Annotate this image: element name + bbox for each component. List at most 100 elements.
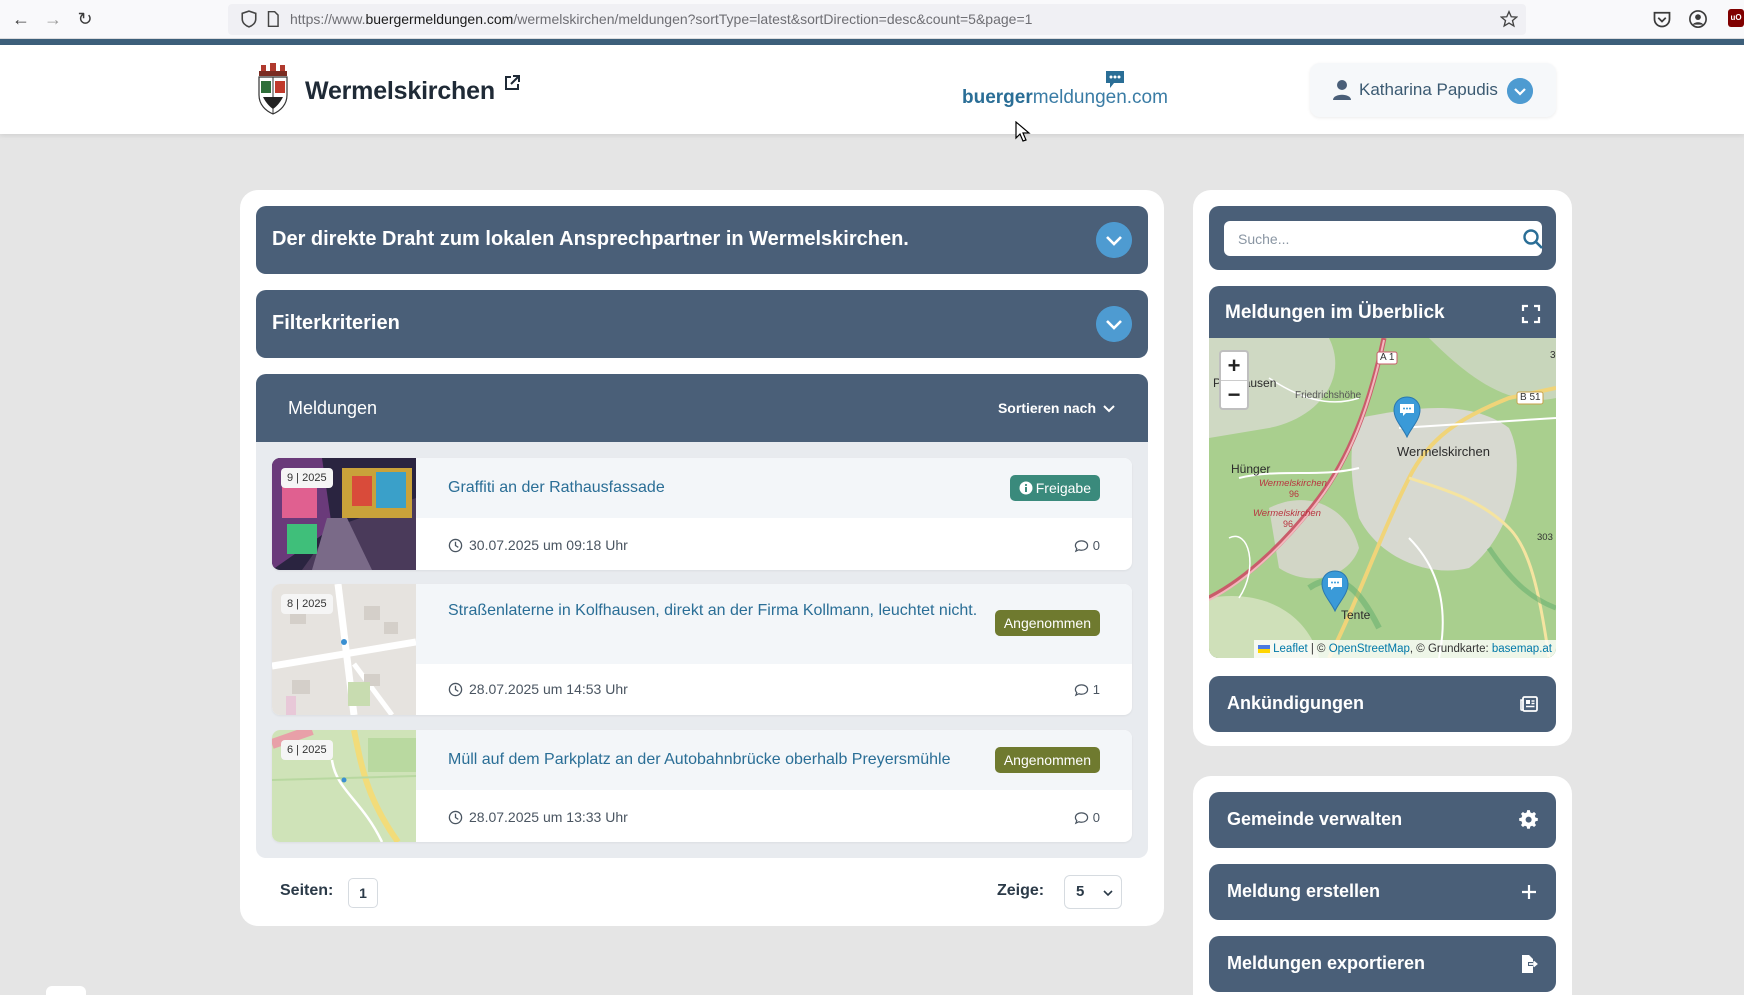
status-badge: Angenommen (994, 747, 1100, 773)
pages-label: Seiten: (280, 882, 334, 899)
report-date: 30.07.2025 um 09:18 Uhr (448, 537, 628, 553)
comment-count: 0 (1074, 810, 1100, 825)
plus-icon (1522, 885, 1536, 899)
intro-accordion-title: Der direkte Draht zum lokalen Ansprechpa… (272, 228, 909, 250)
reload-icon[interactable]: ↻ (74, 8, 96, 30)
city-title[interactable]: Wermelskirchen (305, 77, 495, 106)
chevron-down-icon[interactable] (1507, 78, 1533, 104)
search-icon[interactable] (1522, 228, 1544, 250)
report-card-header: Graffiti an der Rathausfassade Freigabe (416, 458, 1132, 518)
comment-count: 1 (1074, 682, 1100, 697)
export-reports-button[interactable]: Meldungen exportieren (1209, 936, 1556, 992)
brand-logo[interactable]: buergermeldungen.com (962, 87, 1168, 109)
comment-icon (1074, 540, 1088, 553)
map-attribution: Leaflet | © OpenStreetMap, © Grundkarte:… (1253, 640, 1556, 658)
report-date: 28.07.2025 um 14:53 Uhr (448, 681, 628, 697)
show-count-label: Zeige: (997, 882, 1045, 899)
shield-icon[interactable] (240, 10, 258, 28)
status-badge: Angenommen (994, 610, 1100, 636)
manage-municipality-button[interactable]: Gemeinde verwalten (1209, 792, 1556, 848)
map-marker-icon[interactable] (1321, 570, 1349, 612)
report-date: 28.07.2025 um 13:33 Uhr (448, 809, 628, 825)
main-panel: Der direkte Draht zum lokalen Ansprechpa… (240, 190, 1164, 926)
filter-accordion-title: Filterkriterien (272, 312, 400, 334)
pocket-icon[interactable] (1652, 9, 1672, 29)
report-number-badge: 6 | 2025 (281, 740, 333, 760)
clock-icon (448, 810, 463, 825)
url-text[interactable]: https://www.buergermeldungen.com/wermels… (290, 11, 1032, 27)
map-label-96: 96 (1283, 519, 1294, 529)
search-box (1209, 206, 1556, 270)
address-bar[interactable]: https://www.buergermeldungen.com/wermels… (228, 4, 1526, 35)
map-label-30: 30 (1550, 350, 1556, 361)
report-number-badge: 9 | 2025 (281, 468, 333, 488)
report-number-badge: 8 | 2025 (281, 594, 333, 614)
chevron-down-icon[interactable] (1096, 222, 1132, 258)
chevron-down-icon (1103, 890, 1113, 897)
user-name: Katharina Papudis (1359, 80, 1498, 99)
comment-icon (1074, 684, 1088, 697)
map-label-b51: B 51 (1520, 392, 1541, 403)
side-panel: Meldungen im Überblick (1193, 190, 1572, 746)
report-title[interactable]: Graffiti an der Rathausfassade (448, 476, 665, 500)
map-label-303: 303 (1537, 532, 1553, 543)
map-label-wermelskirchen: Wermelskirchen (1397, 444, 1490, 459)
info-icon (1019, 481, 1033, 495)
create-report-button[interactable]: Meldung erstellen (1209, 864, 1556, 920)
map-label-a1: A 1 (1380, 352, 1395, 363)
report-title[interactable]: Straßenlaterne in Kolfhausen, direkt an … (448, 599, 1008, 623)
back-icon[interactable]: ← (10, 8, 32, 30)
report-title[interactable]: Müll auf dem Parkplatz an der Autobahnbr… (448, 748, 951, 772)
announcements-button[interactable]: Ankündigungen (1209, 676, 1556, 732)
manage-municipality-label: Gemeinde verwalten (1227, 809, 1403, 829)
bottom-widget-tab[interactable] (46, 986, 86, 995)
leaflet-link[interactable]: Leaflet (1273, 643, 1308, 655)
map-view[interactable]: A 1 B 51 30 Pohlhausen Friedrichshöhe We… (1209, 338, 1556, 658)
bookmark-star-icon[interactable] (1500, 10, 1518, 28)
report-list: Meldungen Sortieren nach 9 | 2025 Graffi… (256, 374, 1148, 858)
site-header: Wermelskirchen buergermeldungen.com Kath… (0, 45, 1744, 134)
status-badge: Freigabe (1009, 475, 1100, 501)
comment-count: 0 (1074, 538, 1100, 553)
map-card: Meldungen im Überblick A 1 B 51 3 Friedr… (1209, 286, 1556, 658)
filter-accordion[interactable]: Filterkriterien (256, 290, 1148, 358)
zoom-in-button[interactable]: + (1221, 352, 1247, 380)
map-label-wermelskirchen-small: Wermelskirchen (1253, 508, 1321, 519)
page-icon[interactable] (264, 10, 282, 28)
report-card[interactable]: 8 | 2025 Straßenlaterne in Kolfhausen, d… (272, 584, 1132, 715)
city-crest-icon[interactable] (256, 63, 290, 115)
show-count-select[interactable]: 5 (1064, 875, 1122, 909)
clock-icon (448, 538, 463, 553)
report-card-header: Straßenlaterne in Kolfhausen, direkt an … (416, 584, 1132, 664)
newspaper-icon (1520, 696, 1538, 712)
sort-dropdown[interactable]: Sortieren nach (998, 400, 1116, 416)
comment-icon (1074, 812, 1088, 825)
gear-icon (1519, 810, 1538, 829)
basemap-link[interactable]: basemap.at (1492, 643, 1552, 655)
map-label-huenger: Hünger (1231, 462, 1271, 476)
account-icon[interactable] (1688, 9, 1708, 29)
user-menu-button[interactable]: Katharina Papudis (1310, 63, 1556, 117)
zoom-out-button[interactable]: − (1221, 380, 1247, 408)
map-label-96: 96 (1289, 489, 1300, 499)
search-input[interactable] (1224, 221, 1542, 256)
chevron-down-icon (1103, 405, 1115, 413)
map-label-friedrichshoehe: Friedrichshöhe (1295, 390, 1362, 401)
external-link-icon[interactable] (502, 73, 522, 93)
fullscreen-icon[interactable] (1521, 304, 1541, 324)
mouse-cursor-icon (1015, 121, 1031, 142)
report-card[interactable]: 6 | 2025 Müll auf dem Parkplatz an der A… (272, 730, 1132, 842)
map-title: Meldungen im Überblick (1225, 302, 1445, 323)
announcements-label: Ankündigungen (1227, 693, 1364, 713)
admin-panel: Gemeinde verwalten Meldung erstellen Mel… (1193, 776, 1572, 995)
ublock-icon[interactable]: uO (1728, 9, 1744, 27)
intro-accordion[interactable]: Der direkte Draht zum lokalen Ansprechpa… (256, 206, 1148, 274)
map-marker-icon[interactable] (1393, 396, 1421, 438)
forward-icon[interactable]: → (42, 8, 64, 30)
report-card[interactable]: 9 | 2025 Graffiti an der Rathausfassade … (272, 458, 1132, 570)
ukraine-flag-icon (1257, 645, 1270, 653)
report-list-header: Meldungen Sortieren nach (256, 374, 1148, 442)
osm-link[interactable]: OpenStreetMap (1329, 643, 1410, 655)
chevron-down-icon[interactable] (1096, 306, 1132, 342)
page-button-1[interactable]: 1 (348, 878, 378, 908)
